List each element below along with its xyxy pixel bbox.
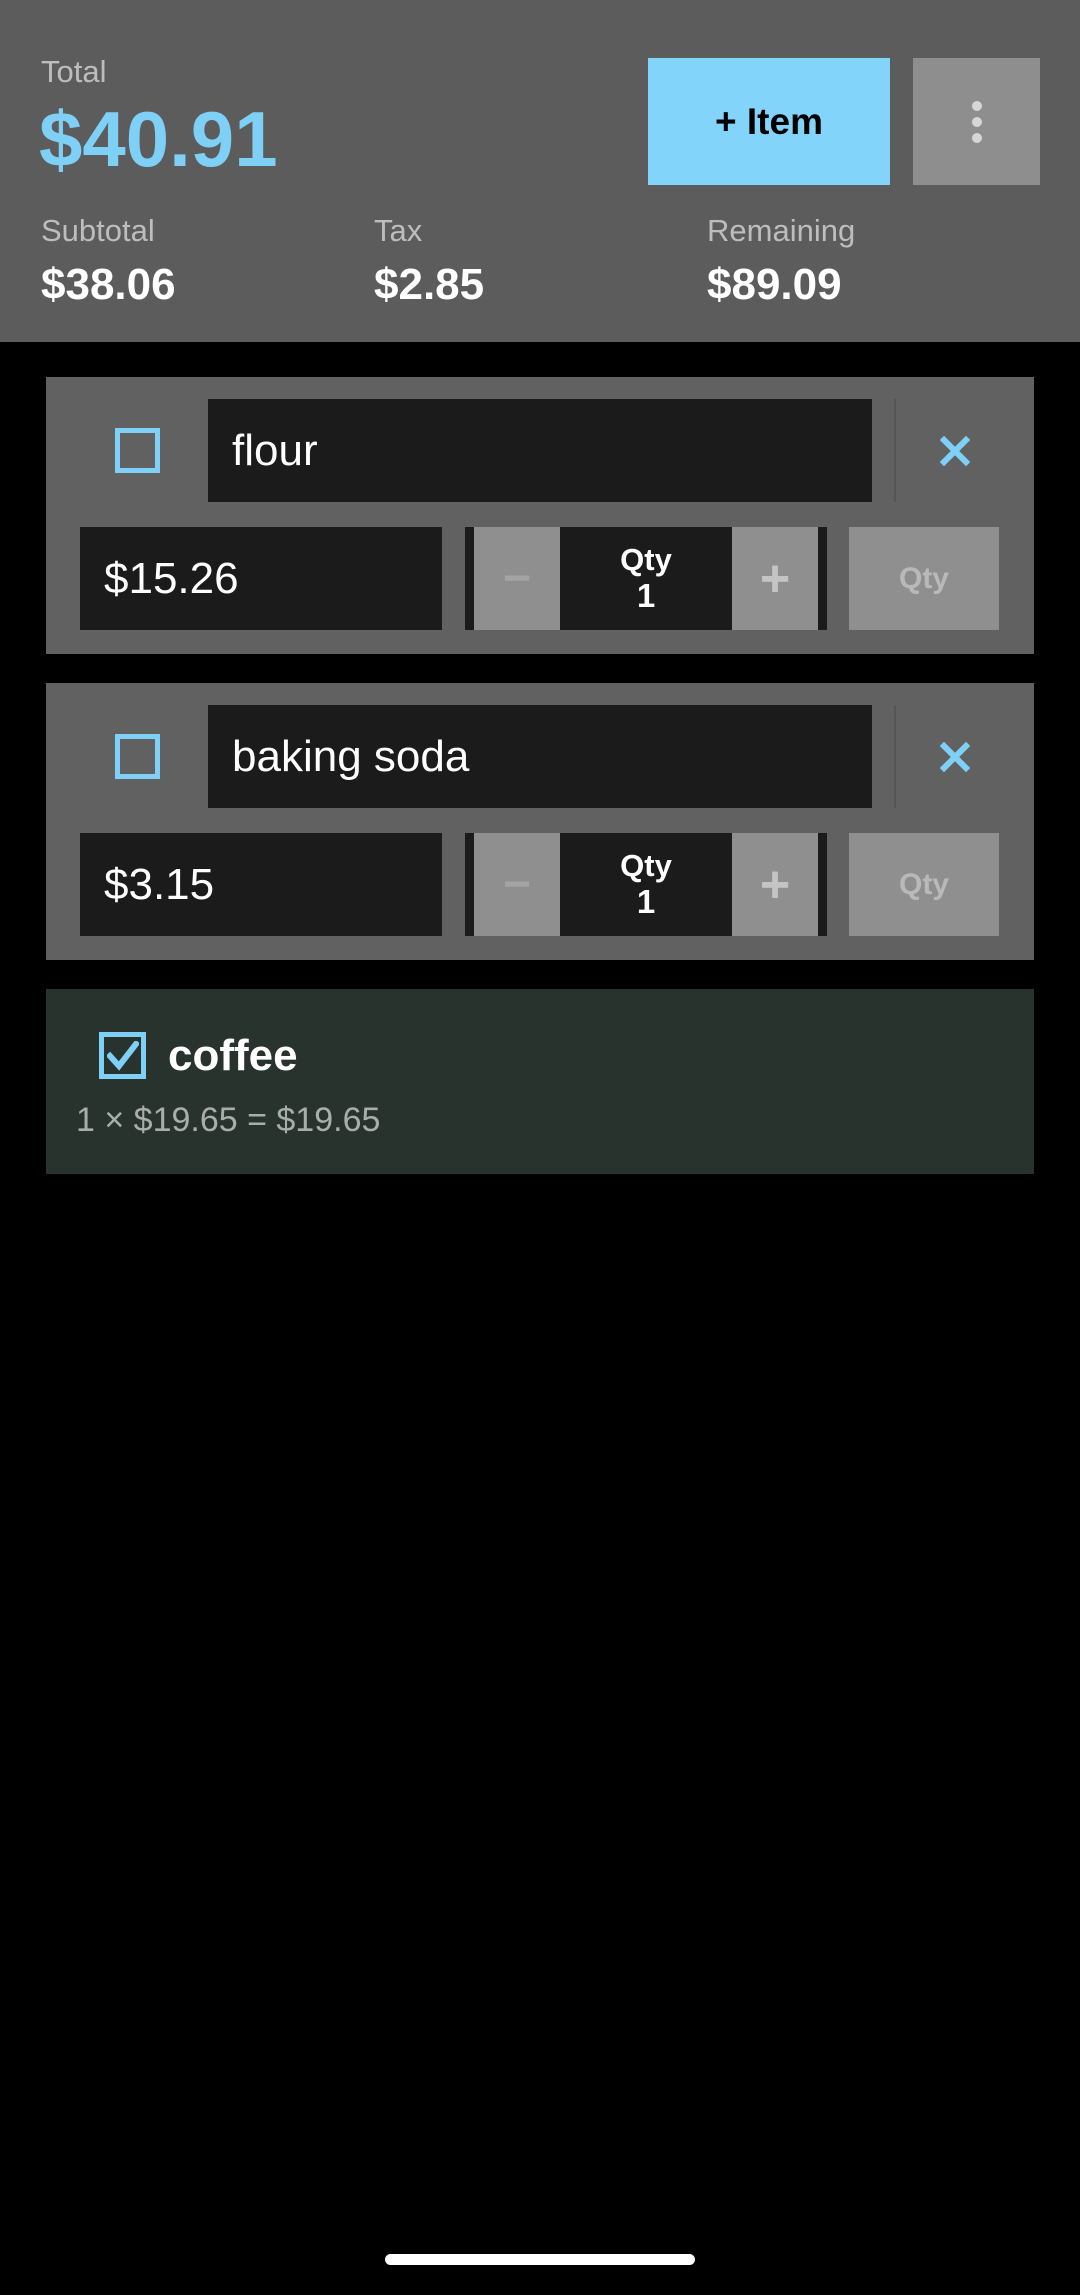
increase-qty-button[interactable]: +: [732, 833, 818, 936]
qty-button[interactable]: Qty: [849, 833, 999, 936]
decrease-qty-button[interactable]: −: [474, 833, 560, 936]
qty-display: Qty 1: [560, 527, 732, 630]
subtotal-label: Subtotal: [41, 213, 155, 248]
qty-label: Qty: [620, 847, 672, 883]
qty-label: Qty: [620, 541, 672, 577]
total-value: $40.91: [39, 95, 278, 183]
checked-item-card[interactable]: coffee 1 × $19.65 = $19.65: [46, 989, 1034, 1174]
quantity-stepper: − Qty 1 +: [465, 833, 827, 936]
checked-item-name: coffee: [168, 1031, 298, 1080]
close-icon: [940, 435, 970, 466]
total-label: Total: [41, 54, 107, 89]
tax-value: $2.85: [374, 260, 485, 309]
close-icon: [940, 741, 970, 772]
summary-header: Total $40.91 + Item Subtotal $38.06 Tax …: [0, 0, 1080, 342]
item-name-input[interactable]: [208, 705, 872, 808]
qty-button[interactable]: Qty: [849, 527, 999, 630]
tax-stat: Tax $2.85: [374, 215, 484, 307]
decrease-qty-button[interactable]: −: [474, 527, 560, 630]
increase-qty-button[interactable]: +: [732, 527, 818, 630]
qty-display: Qty 1: [560, 833, 732, 936]
tax-label: Tax: [374, 213, 423, 248]
item-price-input[interactable]: [80, 833, 442, 936]
home-indicator[interactable]: [385, 2254, 695, 2265]
checked-item-detail: 1 × $19.65 = $19.65: [76, 1101, 381, 1139]
subtotal-value: $38.06: [41, 260, 176, 309]
remaining-stat: Remaining $89.09: [707, 215, 855, 307]
checkbox-empty-icon: [115, 428, 160, 473]
subtotal-stat: Subtotal $38.06: [41, 215, 176, 307]
item-checkbox[interactable]: [66, 705, 211, 808]
qty-value: 1: [636, 577, 656, 615]
item-checkbox[interactable]: [66, 399, 211, 502]
checkbox-empty-icon: [115, 734, 160, 779]
item-card: − Qty 1 + Qty: [46, 683, 1034, 960]
more-vertical-icon: [971, 100, 982, 143]
qty-value: 1: [636, 883, 656, 921]
delete-item-button[interactable]: [894, 399, 1014, 502]
item-card: − Qty 1 + Qty: [46, 377, 1034, 654]
add-item-button[interactable]: + Item: [648, 58, 890, 185]
item-checkbox-checked[interactable]: [99, 1032, 146, 1079]
quantity-stepper: − Qty 1 +: [465, 527, 827, 630]
item-price-input[interactable]: [80, 527, 442, 630]
remaining-value: $89.09: [707, 260, 842, 309]
delete-item-button[interactable]: [894, 705, 1014, 808]
item-name-input[interactable]: [208, 399, 872, 502]
checkmark-icon: [106, 1040, 139, 1071]
menu-button[interactable]: [913, 58, 1040, 185]
remaining-label: Remaining: [707, 213, 856, 248]
